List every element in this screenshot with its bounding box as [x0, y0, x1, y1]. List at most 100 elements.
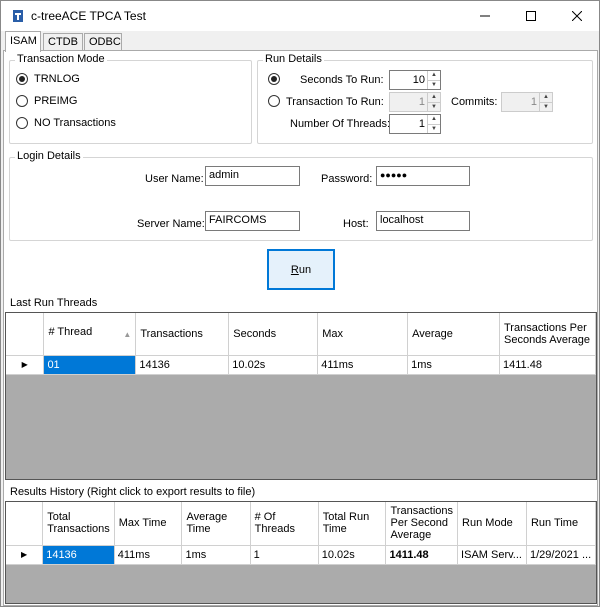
server-name-label: Server Name:	[137, 218, 205, 230]
stepper-value: 1	[418, 96, 425, 108]
last-run-threads-grid[interactable]: # Thread ▲ Transactions Seconds Max Avera…	[5, 312, 597, 480]
column-header[interactable]: Run Time	[526, 502, 596, 546]
transaction-to-run-stepper[interactable]: 1 ▲ ▼	[389, 92, 441, 112]
user-name-label: User Name:	[145, 173, 204, 185]
title-bar[interactable]: c-treeACE TPCA Test	[1, 1, 599, 31]
maximize-button[interactable]	[508, 1, 554, 31]
login-details-group: Login Details User Name: admin Password:…	[9, 150, 593, 241]
minimize-button[interactable]	[462, 1, 508, 31]
results-history-grid[interactable]: Total Transactions Max Time Average Time…	[5, 501, 597, 604]
table-cell[interactable]: 1	[250, 545, 319, 565]
tab-isam[interactable]: ISAM	[5, 31, 41, 52]
arrow-up-icon[interactable]: ▲	[428, 93, 440, 102]
row-header-corner	[6, 502, 44, 546]
run-button-label: un	[298, 263, 312, 276]
table-cell[interactable]: 1411.48	[385, 545, 459, 565]
close-button[interactable]	[554, 1, 600, 31]
server-name-field[interactable]: FAIRCOMS	[205, 211, 300, 231]
table-row[interactable]: ▶ 14136 411ms 1ms 1 10.02s 1411.48 ISAM …	[6, 545, 596, 565]
column-header[interactable]: Run Mode	[457, 502, 527, 546]
radio-button[interactable]	[16, 73, 28, 85]
arrow-up-icon[interactable]: ▲	[428, 71, 440, 80]
column-header[interactable]: # Of Threads	[250, 502, 319, 546]
table-cell[interactable]: 14136	[42, 545, 115, 565]
app-window: c-treeACE TPCA Test ISAM CTDB ODBC Trans…	[0, 0, 600, 607]
number-of-threads-label: Number Of Threads:	[290, 118, 391, 130]
transaction-to-run-label: Transaction To Run:	[286, 96, 384, 108]
table-row[interactable]: ▶ 01 14136 10.02s 411ms 1ms 1411.48	[6, 355, 596, 375]
radio-trnlog[interactable]: TRNLOG	[16, 73, 80, 85]
row-header-corner	[6, 313, 45, 356]
password-label: Password:	[321, 173, 373, 185]
column-header[interactable]: Total Transactions	[42, 502, 115, 546]
host-field[interactable]: localhost	[376, 211, 470, 231]
table-cell[interactable]: 411ms	[317, 355, 409, 375]
table-cell[interactable]: 1/29/2021 ...	[526, 545, 596, 565]
table-cell[interactable]: 10.02s	[318, 545, 387, 565]
arrow-down-icon[interactable]: ▼	[428, 123, 440, 134]
arrow-down-icon[interactable]: ▼	[428, 79, 440, 90]
run-details-title: Run Details	[263, 53, 324, 65]
column-header[interactable]: Transactions Per Second Average	[385, 502, 459, 546]
tab-strip: ISAM CTDB ODBC	[3, 31, 597, 52]
window-title: c-treeACE TPCA Test	[31, 9, 146, 23]
radio-button[interactable]	[16, 95, 28, 107]
stepper-value: 10	[412, 74, 425, 86]
column-header[interactable]: Max Time	[114, 502, 183, 546]
table-cell[interactable]: 411ms	[114, 545, 183, 565]
radio-label: PREIMG	[34, 95, 78, 107]
current-row-arrow-icon: ▶	[6, 355, 45, 375]
column-header[interactable]: # Thread ▲	[43, 313, 137, 356]
column-header[interactable]: Max	[317, 313, 409, 356]
user-name-field[interactable]: admin	[205, 166, 300, 186]
login-details-title: Login Details	[15, 150, 83, 162]
maximize-icon	[526, 11, 536, 21]
minimize-icon	[480, 15, 490, 17]
isam-tab-page: Transaction Mode TRNLOG PREIMG NO Transa…	[3, 50, 598, 606]
results-history-table: Total Transactions Max Time Average Time…	[6, 502, 596, 565]
table-cell[interactable]: 1ms	[181, 545, 251, 565]
sort-ascending-icon: ▲	[123, 330, 132, 340]
column-header[interactable]: Average	[407, 313, 500, 356]
last-run-table: # Thread ▲ Transactions Seconds Max Avera…	[6, 313, 596, 375]
seconds-to-run-stepper[interactable]: 10 ▲ ▼	[389, 70, 441, 90]
radio-transaction-to-run[interactable]	[268, 95, 286, 107]
table-header-row: Total Transactions Max Time Average Time…	[6, 502, 596, 546]
table-header-row: # Thread ▲ Transactions Seconds Max Avera…	[6, 313, 596, 356]
table-cell[interactable]: 01	[43, 355, 137, 375]
column-header-label: # Thread	[48, 326, 93, 339]
commits-stepper[interactable]: 1 ▲ ▼	[501, 92, 553, 112]
radio-label: TRNLOG	[34, 73, 80, 85]
column-header[interactable]: Total Run Time	[318, 502, 387, 546]
arrow-up-icon[interactable]: ▲	[540, 93, 552, 102]
password-field[interactable]: ●●●●●	[376, 166, 470, 186]
radio-label: NO Transactions	[34, 117, 116, 129]
radio-no-transactions[interactable]: NO Transactions	[16, 117, 116, 129]
table-cell[interactable]: 14136	[135, 355, 230, 375]
current-row-arrow-icon: ▶	[6, 545, 44, 565]
arrow-down-icon[interactable]: ▼	[428, 101, 440, 112]
last-run-threads-title: Last Run Threads	[10, 297, 98, 309]
transaction-mode-group: Transaction Mode TRNLOG PREIMG NO Transa…	[9, 53, 252, 144]
column-header[interactable]: Seconds	[228, 313, 319, 356]
radio-button[interactable]	[268, 73, 280, 85]
run-button[interactable]: Run	[267, 249, 335, 290]
number-of-threads-stepper[interactable]: 1 ▲ ▼	[389, 114, 441, 134]
radio-button[interactable]	[268, 95, 280, 107]
app-icon	[13, 10, 23, 22]
table-cell[interactable]: ISAM Serv...	[457, 545, 527, 565]
column-header[interactable]: Transactions Per Seconds Average	[499, 313, 596, 356]
tab-ctdb[interactable]: CTDB	[43, 33, 83, 51]
table-cell[interactable]: 1ms	[407, 355, 500, 375]
radio-button[interactable]	[16, 117, 28, 129]
arrow-up-icon[interactable]: ▲	[428, 115, 440, 124]
host-label: Host:	[343, 218, 369, 230]
radio-seconds-to-run[interactable]	[268, 73, 286, 85]
radio-preimg[interactable]: PREIMG	[16, 95, 77, 107]
tab-odbc[interactable]: ODBC	[84, 33, 122, 51]
table-cell[interactable]: 1411.48	[499, 355, 596, 375]
column-header[interactable]: Average Time	[181, 502, 251, 546]
table-cell[interactable]: 10.02s	[228, 355, 319, 375]
arrow-down-icon[interactable]: ▼	[540, 101, 552, 112]
column-header[interactable]: Transactions	[135, 313, 230, 356]
